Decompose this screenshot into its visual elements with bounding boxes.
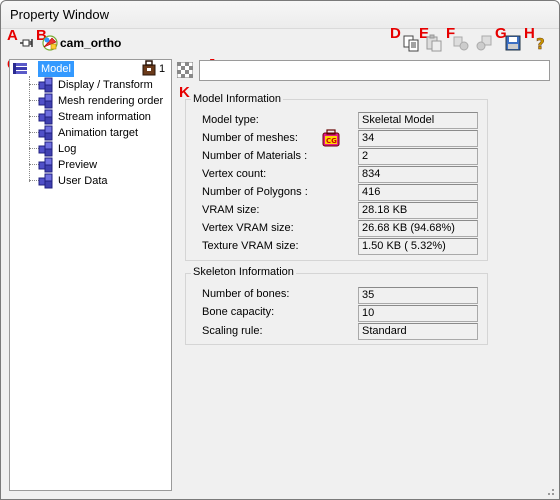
number-of-materials-value: 2 [358, 148, 478, 165]
tree-panel[interactable]: Model 1 Display / Transform Mesh renderi… [9, 59, 172, 491]
resize-grip-icon[interactable] [544, 485, 556, 497]
cube-node-icon [38, 173, 54, 189]
number-of-polygons-label: Number of Polygons : [202, 186, 308, 198]
cube-node-icon [38, 141, 54, 157]
help-icon[interactable]: ? [531, 34, 549, 54]
vertex-vram-size-label: Vertex VRAM size: [202, 222, 294, 234]
cube-node-icon [38, 77, 54, 93]
tree-item-model[interactable]: Model [12, 61, 162, 77]
object-icon [40, 33, 60, 53]
svg-text:CG: CG [326, 137, 337, 145]
svg-text:?: ? [536, 35, 545, 52]
model-icon [12, 61, 28, 77]
callout-k: K [179, 84, 190, 101]
bone-capacity-value: 10 [358, 305, 478, 322]
tree-root-count: 1 [159, 63, 166, 75]
title-bar[interactable]: Property Window [1, 1, 559, 29]
cube-node-icon [38, 125, 54, 141]
checker-icon [176, 61, 194, 79]
callout-a: A [7, 27, 18, 44]
texture-vram-size-label: Texture VRAM size: [202, 240, 299, 252]
scaling-rule-label: Scaling rule: [202, 325, 263, 337]
tree-item-label: Display / Transform [58, 79, 153, 91]
vertex-count-value: 834 [358, 166, 478, 183]
tree-item-label: Stream information [58, 111, 151, 123]
texture-vram-size-value: 1.50 KB ( 5.32%) [358, 238, 478, 255]
pin-icon[interactable] [19, 34, 37, 52]
number-of-meshes-value: 34 [358, 130, 478, 147]
number-of-polygons-value: 416 [358, 184, 478, 201]
tree-item-user-data[interactable]: User Data [38, 173, 170, 189]
window-title: Property Window [10, 7, 109, 22]
callout-d: D [390, 25, 401, 42]
scaling-rule-value: Standard [358, 323, 478, 340]
vram-size-value: 28.18 KB [358, 202, 478, 219]
unlink-icon[interactable] [475, 34, 493, 52]
tree-item-label: Animation target [58, 127, 139, 139]
copy-icon[interactable] [402, 34, 420, 52]
tree-item-label: Log [58, 143, 77, 155]
vertex-vram-size-value: 26.68 KB (94.68%) [358, 220, 478, 237]
property-window: Property Window A B C D E F G H I J K ca… [0, 0, 560, 500]
tree-item-preview[interactable]: Preview [38, 157, 170, 173]
paste-icon[interactable] [425, 34, 443, 52]
cube-node-icon [38, 93, 54, 109]
model-information-title: Model Information [191, 93, 284, 105]
tree-item-mesh-rendering-order[interactable]: Mesh rendering order [38, 93, 170, 109]
number-of-meshes-label: Number of meshes: [202, 132, 298, 144]
tree-item-stream-information[interactable]: Stream information [38, 109, 170, 125]
number-of-bones-value: 35 [358, 287, 478, 304]
bag-icon [141, 60, 157, 76]
vertex-count-label: Vertex count: [202, 168, 267, 180]
skeleton-information-title: Skeleton Information [191, 266, 296, 278]
vram-size-label: VRAM size: [202, 204, 260, 216]
tree-item-label: Preview [58, 159, 98, 171]
model-type-value: Skeletal Model [358, 112, 478, 129]
link-icon[interactable] [452, 34, 470, 52]
save-icon[interactable] [504, 34, 522, 52]
object-name: cam_ortho [60, 36, 122, 50]
tree-item-label: User Data [58, 175, 108, 187]
tree-item-display-transform[interactable]: Display / Transform [38, 77, 170, 93]
cube-node-icon [38, 157, 54, 173]
tree-connector [29, 76, 30, 182]
number-of-materials-label: Number of Materials : [202, 150, 308, 162]
tree-item-animation-target[interactable]: Animation target [38, 125, 170, 141]
cube-node-icon [38, 109, 54, 125]
cg-badge-icon: CG [322, 129, 340, 147]
model-type-label: Model type: [202, 114, 259, 126]
number-of-bones-label: Number of bones: [202, 288, 290, 300]
tree-item-label: Model [38, 61, 74, 77]
path-input[interactable] [199, 60, 550, 81]
tree-item-log[interactable]: Log [38, 141, 170, 157]
bone-capacity-label: Bone capacity: [202, 306, 275, 318]
tree-item-label: Mesh rendering order [58, 95, 164, 107]
